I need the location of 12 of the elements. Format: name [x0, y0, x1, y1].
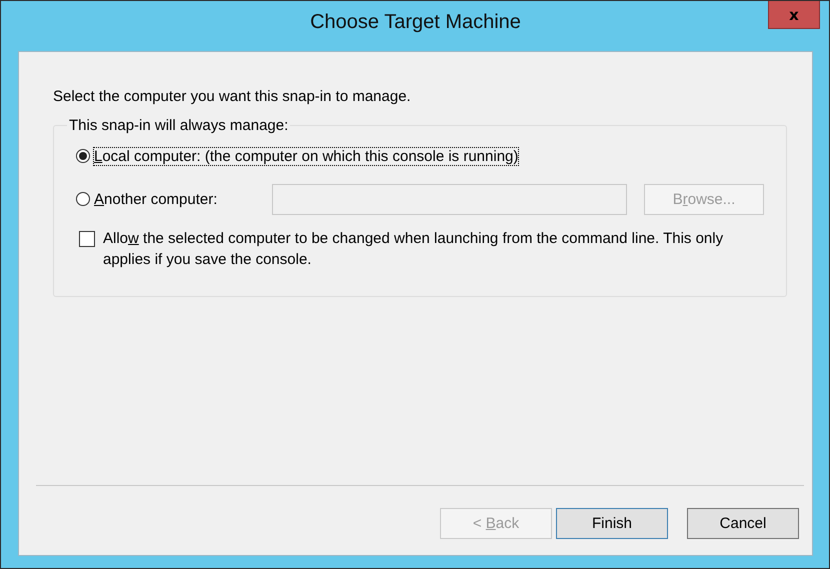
radio-label[interactable]: Another computer: — [94, 190, 218, 208]
checkbox-label[interactable]: Allow the selected computer to be changed when launching from the command line. This only applies if you save the console. — [103, 228, 758, 270]
radio-button[interactable] — [76, 192, 90, 206]
window-title: Choose Target Machine — [310, 10, 521, 34]
finish-button[interactable]: Finish — [556, 508, 668, 539]
radio-label[interactable]: Local computer: (the computer on which this console is running) — [94, 148, 518, 164]
close-button[interactable]: x — [768, 1, 820, 29]
group-legend: This snap-in will always manage: — [67, 117, 290, 134]
instruction-text: Select the computer you want this snap-in to manage. — [53, 88, 411, 105]
radio-button[interactable] — [76, 149, 90, 163]
checkbox[interactable] — [79, 231, 95, 247]
cancel-button[interactable]: Cancel — [687, 508, 799, 539]
